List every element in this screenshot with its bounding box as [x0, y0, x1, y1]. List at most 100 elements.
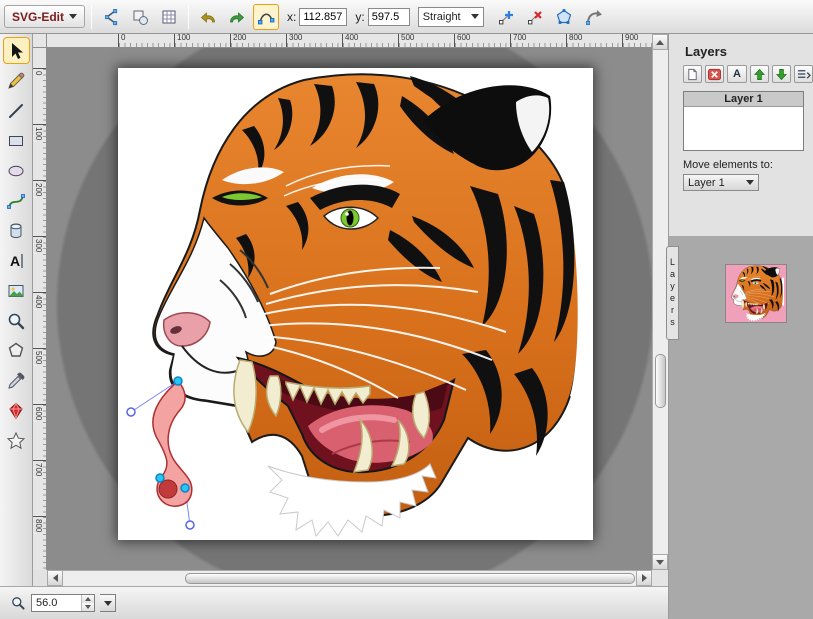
star-tool-button[interactable] — [3, 427, 30, 454]
zoom-dropdown-button[interactable] — [100, 594, 116, 612]
eyedropper-tool-button[interactable] — [3, 367, 30, 394]
ruler-tick: 100 — [174, 34, 230, 47]
move-target-select[interactable]: Layer 1 — [683, 174, 759, 191]
delete-layer-icon — [707, 68, 722, 81]
rename-layer-button[interactable]: A — [727, 65, 746, 83]
zoom-input[interactable]: 56.0 — [31, 594, 95, 612]
ruler-tick: 400 — [33, 292, 47, 348]
delete-layer-button[interactable] — [705, 65, 724, 83]
v-scroll-thumb[interactable] — [655, 354, 666, 408]
ruler-corner — [33, 34, 47, 48]
path-node[interactable] — [174, 377, 182, 385]
svg-text:A: A — [10, 253, 20, 269]
top-toolbar: SVG-Edit — [0, 0, 813, 34]
grid-toggle-button[interactable] — [156, 4, 182, 30]
ellipse-tool-button[interactable] — [3, 157, 30, 184]
logo-label: SVG-Edit — [12, 10, 64, 24]
zoom-tool-button[interactable] — [3, 307, 30, 334]
link-control-points-icon — [257, 8, 275, 26]
arrow-down-icon — [85, 605, 91, 609]
new-layer-icon — [685, 68, 700, 81]
text-tool-button[interactable]: A — [3, 247, 30, 274]
status-bar: 56.0 — [0, 586, 668, 619]
dropdown-caret-icon — [104, 601, 112, 606]
ruler-tick: 300 — [286, 34, 342, 47]
pencil-tool-button[interactable] — [3, 67, 30, 94]
merge-layer-icon — [796, 68, 811, 81]
open-path-icon — [555, 8, 573, 26]
zoom-spinner — [81, 595, 94, 611]
add-node-button[interactable] — [493, 4, 519, 30]
open-path-button[interactable] — [551, 4, 577, 30]
delete-node-icon — [526, 8, 544, 26]
reorient-path-button[interactable] — [580, 4, 606, 30]
svg-canvas[interactable] — [118, 68, 593, 540]
merge-layer-button[interactable] — [794, 65, 813, 83]
layers-side-tab[interactable]: Layers — [666, 246, 679, 340]
node-y-input[interactable] — [368, 8, 410, 26]
scroll-down-button[interactable] — [652, 554, 668, 570]
undo-button[interactable] — [195, 4, 221, 30]
rect-tool-icon — [6, 131, 26, 151]
gem-tool-button[interactable] — [3, 397, 30, 424]
raise-layer-button[interactable] — [750, 65, 769, 83]
dropdown-caret-icon — [471, 14, 479, 19]
new-layer-button[interactable] — [683, 65, 702, 83]
selection-thumbnail — [726, 265, 786, 322]
layer-row[interactable]: Layer 1 — [684, 92, 803, 107]
scrollbar-corner — [33, 570, 47, 586]
shape-library-button[interactable] — [3, 217, 30, 244]
segment-type-value: Straight — [423, 11, 461, 23]
node-x-input[interactable] — [299, 8, 347, 26]
image-tool-button[interactable] — [3, 277, 30, 304]
rect-tool-button[interactable] — [3, 127, 30, 154]
layer-list: Layer 1 — [683, 91, 804, 151]
svg-edit-window: SVG-Edit — [0, 0, 813, 619]
convert-to-path-button[interactable] — [98, 4, 124, 30]
control-handle[interactable] — [186, 521, 194, 529]
ruler-tick: 200 — [230, 34, 286, 47]
link-control-points-toggle[interactable] — [253, 4, 279, 30]
delete-node-button[interactable] — [522, 4, 548, 30]
arrow-down-icon — [656, 560, 664, 565]
add-node-icon — [497, 8, 515, 26]
thumbnail-panel — [668, 236, 813, 619]
dropdown-caret-icon — [69, 14, 77, 19]
pencil-tool-icon — [6, 71, 26, 91]
convert-to-path-icon — [102, 8, 120, 26]
arrow-up-icon — [85, 597, 91, 601]
segment-type-select[interactable]: Straight — [418, 7, 484, 27]
path-tool-button[interactable] — [3, 187, 30, 214]
scroll-right-button[interactable] — [636, 570, 652, 586]
scroll-up-button[interactable] — [652, 34, 668, 50]
scroll-left-button[interactable] — [47, 570, 63, 586]
cylinder-icon — [6, 221, 26, 241]
redo-icon — [228, 8, 246, 26]
path-node[interactable] — [181, 484, 189, 492]
ruler-tick: 600 — [33, 404, 47, 460]
toolbar-separator — [188, 5, 189, 29]
ruler-tick: 0 — [118, 34, 174, 47]
image-tool-icon — [6, 281, 26, 301]
zoom-decrement-button[interactable] — [82, 603, 94, 611]
redo-button[interactable] — [224, 4, 250, 30]
select-tool-button[interactable] — [3, 37, 30, 64]
svgedit-logo-button[interactable]: SVG-Edit — [4, 5, 85, 28]
path-inner-shape[interactable] — [159, 480, 177, 498]
line-tool-button[interactable] — [3, 97, 30, 124]
raise-layer-icon — [752, 68, 767, 81]
ruler-tick: 800 — [33, 516, 47, 570]
path-node[interactable] — [156, 474, 164, 482]
zoom-increment-button[interactable] — [82, 595, 94, 603]
v-ruler: 0100200300400500600700800 — [33, 48, 47, 570]
tiger-artwork[interactable] — [153, 74, 588, 536]
h-scroll-thumb[interactable] — [185, 573, 635, 584]
duplicate-button[interactable] — [127, 4, 153, 30]
star-tool-icon — [6, 431, 26, 451]
lower-layer-icon — [774, 68, 789, 81]
h-scrollbar[interactable] — [47, 570, 652, 586]
lower-layer-button[interactable] — [772, 65, 791, 83]
polygon-tool-button[interactable] — [3, 337, 30, 364]
thumbnail-art — [726, 265, 786, 322]
control-handle[interactable] — [127, 408, 135, 416]
